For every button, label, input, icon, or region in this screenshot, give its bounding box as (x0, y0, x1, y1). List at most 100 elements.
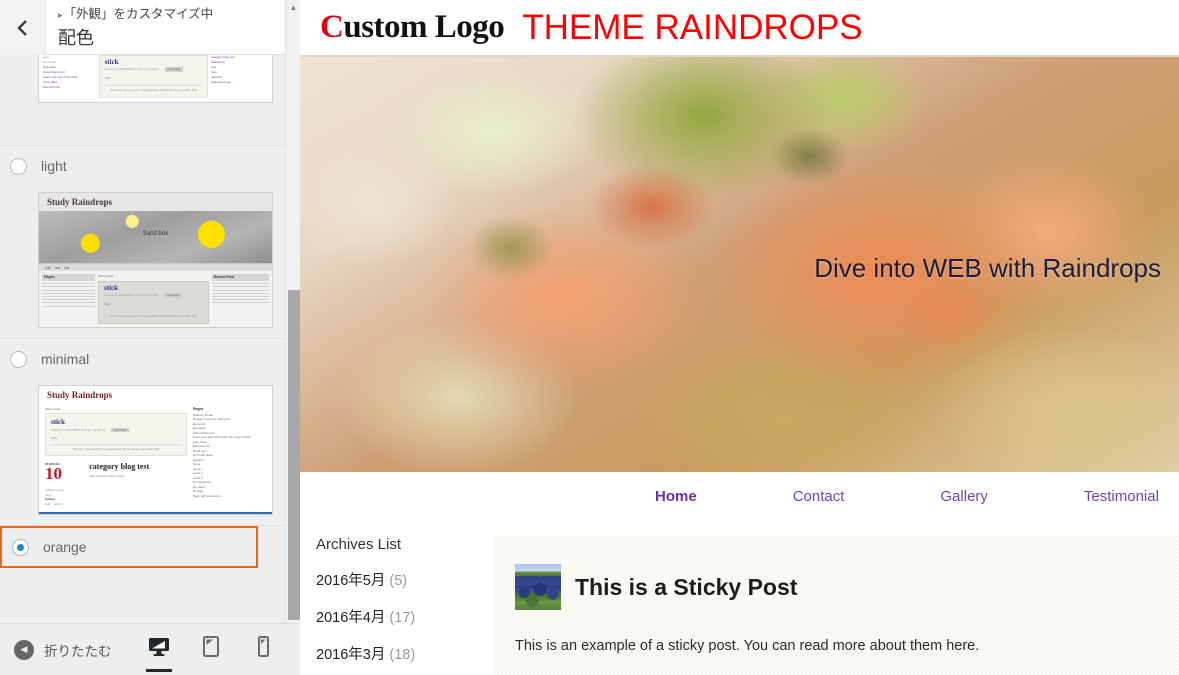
site-navigation: Home Contact Gallery Testimonial (300, 472, 1179, 520)
tablet-preview-button[interactable] (196, 624, 226, 675)
mobile-icon (257, 636, 270, 663)
logo-rest: ustom Logo (343, 9, 505, 45)
nav-item-gallery[interactable]: Gallery (940, 488, 988, 505)
thumb-post-body: stick (104, 302, 111, 306)
scrollbar-thumb[interactable] (288, 290, 300, 620)
archive-label: 2016年4月 (316, 610, 386, 626)
archive-label: 2016年3月 (316, 647, 386, 663)
custom-logo[interactable]: Custom Logo (320, 9, 505, 46)
customizer-panel: ▸「外観」をカスタマイズ中 配色 post element2 Examples … (0, 0, 300, 675)
thumb-col-heading: Pages (42, 274, 96, 281)
section-title: 配色 (58, 28, 94, 48)
breadcrumb-arrow-icon: ▸ (58, 10, 63, 20)
archive-item[interactable]: 2016年4月 (17) (316, 606, 493, 627)
theme-preview-thumbnail-minimal: Study Raindrops Other posts stick Posted… (38, 385, 273, 515)
thumb-line (42, 292, 96, 294)
radio-row-orange[interactable]: orange (0, 526, 258, 568)
breadcrumb: ▸「外観」をカスタマイズ中 (58, 6, 300, 23)
thumb-navbar: post test test (39, 263, 272, 271)
chevron-left-icon (16, 18, 29, 38)
thumb-post-body: stick (104, 76, 111, 80)
nav-item-testimonial[interactable]: Testimonial (1084, 488, 1159, 505)
post-paragraph: This is an example of a sticky post. You… (515, 638, 980, 654)
site-title[interactable]: THEME RAINDROPS (522, 8, 862, 48)
customizer-scrollbar[interactable]: ▲ ▼ (285, 0, 300, 636)
customizer-footer: ◀ 折りたたむ (0, 623, 300, 675)
radio-light[interactable] (10, 157, 27, 175)
mobile-preview-button[interactable] (248, 624, 278, 675)
thumb-text: Edit admin (45, 501, 63, 506)
thumb-line (211, 286, 269, 288)
archive-count: (5) (389, 573, 408, 589)
radio-row-minimal[interactable]: minimal (0, 339, 293, 379)
archive-item[interactable]: 2016年3月 (18) (316, 643, 493, 664)
color-scheme-option-orange[interactable]: orange (0, 526, 293, 568)
post-title[interactable]: This is a Sticky Post (575, 574, 797, 601)
thumb-banner: Sand box (39, 211, 272, 263)
collapse-label: 折りたたむ (44, 643, 112, 659)
color-scheme-option-minimal[interactable]: minimal Study Raindrops Other posts stic… (0, 339, 293, 525)
thumb-post-footer: This entry was posted in Uncategorized. … (104, 311, 203, 319)
archive-item[interactable]: 2016年5月 (5) (316, 569, 493, 590)
thumb-other-posts: Other posts (98, 274, 114, 278)
thumb-line (211, 295, 269, 297)
desktop-icon (148, 637, 170, 662)
thumb-line (42, 283, 96, 285)
archive-label: 2016年5月 (316, 573, 386, 589)
thumb-nav-item: post (45, 265, 52, 270)
breadcrumb-label: 「外観」をカスタマイズ中 (63, 7, 214, 21)
thumb-line (42, 302, 96, 304)
thumb-post-footer: This entry was posted in Uncategorized. … (104, 85, 203, 93)
tablet-icon (202, 636, 220, 663)
thumb-other-posts: Other posts (45, 407, 61, 411)
option-label-light: light (41, 158, 67, 174)
theme-preview-thumbnail-minimal-wrap: Study Raindrops Other posts stick Posted… (0, 379, 293, 525)
theme-preview-thumbnail-light-wrap: Study Raindrops Sand box post test test (0, 186, 293, 338)
scroll-up-arrow-icon[interactable]: ▲ (286, 0, 301, 15)
thumb-line (42, 305, 96, 307)
thumb-line (211, 299, 269, 301)
thumb-line (42, 295, 96, 297)
customizer-titles: ▸「外観」をカスタマイズ中 配色 (46, 0, 300, 54)
site-sidebar: Archives List 2016年5月 (5) 2016年4月 (17) 2… (300, 536, 493, 675)
hero-image: Dive into WEB with Raindrops (300, 57, 1179, 472)
theme-preview-thumbnail-light: Study Raindrops Sand box post test test (38, 192, 273, 328)
thumb-post-meta: Posted on 2012/08/07 2:15 pm by admin (104, 293, 159, 297)
nav-item-home[interactable]: Home (655, 488, 697, 505)
color-scheme-option-light[interactable]: light Study Raindrops Sand box post test (0, 146, 293, 338)
radio-orange[interactable] (12, 538, 29, 556)
color-scheme-options-list[interactable]: post element2 Examples About blank font … (0, 55, 293, 623)
thumb-text: featured image (211, 80, 232, 84)
thumb-nav-item: test (64, 265, 70, 270)
thumb-post-body: stick (51, 436, 57, 440)
thumb-category-heading: category blog test (89, 462, 150, 471)
thumb-site-title: Study Raindrops (47, 390, 113, 400)
bluebonnet-photo-thumbnail (515, 564, 561, 610)
thumb-comment-badge: Comment (164, 293, 183, 298)
post-header: This is a Sticky Post (515, 564, 1179, 610)
site-main: Archives List 2016年5月 (5) 2016年4月 (17) 2… (300, 520, 1179, 675)
radio-row-light[interactable]: light (0, 146, 293, 186)
radio-minimal[interactable] (10, 350, 27, 368)
thumb-post-title: stick (104, 58, 119, 66)
thumb-line (211, 292, 269, 294)
nav-item-contact[interactable]: Contact (793, 488, 845, 505)
device-preview-buttons (144, 624, 300, 675)
site-content: This is a Sticky Post This is an example… (493, 536, 1179, 675)
thumb-line (42, 289, 96, 291)
archives-widget-title: Archives List (316, 536, 402, 553)
thumb-col-heading: Recent Post (211, 274, 269, 281)
collapse-button[interactable]: ◀ 折りたたむ (14, 639, 112, 660)
thumb-nav-item: test (55, 265, 61, 270)
back-button[interactable] (0, 0, 46, 55)
thumb-text: Elements list (43, 85, 61, 89)
site-header: Custom Logo THEME RAINDROPS (300, 0, 1179, 57)
desktop-preview-button[interactable] (144, 624, 174, 675)
thumb-line (42, 299, 96, 301)
thumb-line (211, 283, 269, 285)
thumb-line (42, 286, 96, 288)
thumb-post-title: stick (51, 418, 65, 426)
thumb-banner-text: Sand box (142, 231, 169, 238)
customizer-header: ▸「外観」をカスタマイズ中 配色 (0, 0, 300, 55)
theme-preview-thumbnail-partial: post element2 Examples About blank font … (38, 55, 273, 103)
